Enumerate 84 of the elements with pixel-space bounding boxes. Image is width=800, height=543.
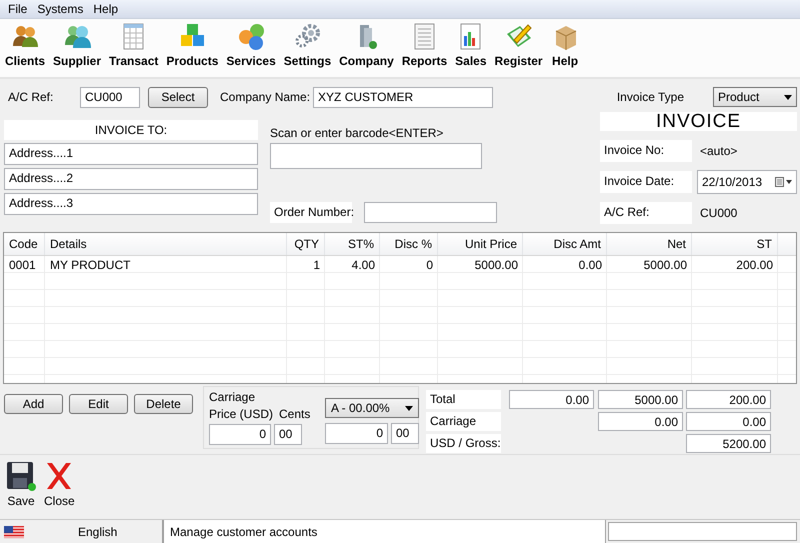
section-title: INVOICE TO: xyxy=(4,120,258,140)
field-label: A/C Ref: xyxy=(7,90,54,104)
column-header[interactable]: QTY xyxy=(287,232,325,255)
circles-icon xyxy=(236,22,266,51)
field-label: Carriage xyxy=(426,412,501,432)
toolbar-button[interactable]: Sales xyxy=(453,22,489,77)
barcode-field[interactable] xyxy=(270,142,482,169)
menu-item[interactable]: Systems xyxy=(32,0,88,18)
field-label: Company Name: xyxy=(220,90,310,104)
invoice-type-dropdown[interactable]: Product xyxy=(713,87,797,108)
toolbar-button[interactable]: Help xyxy=(548,22,582,77)
action-button[interactable]: Edit xyxy=(69,394,128,414)
company-name-field[interactable]: XYZ CUSTOMER xyxy=(313,86,494,108)
toolbar-button[interactable]: Reports xyxy=(400,22,450,77)
column-header[interactable]: Unit Price xyxy=(438,232,523,255)
toolbar-button[interactable]: Services xyxy=(224,22,278,77)
total-field: 0.00 xyxy=(509,390,594,410)
price-field[interactable]: 0 xyxy=(209,424,271,446)
column-header[interactable]: ST% xyxy=(325,232,380,255)
toolbar-button[interactable]: Company xyxy=(337,22,396,77)
toolbar-button[interactable]: Close xyxy=(44,461,75,520)
invoice-title: INVOICE xyxy=(600,112,797,131)
address-field[interactable]: Address....2 xyxy=(4,168,258,190)
field-label: Carriage xyxy=(209,390,256,404)
table-cell-text: MY PRODUCT xyxy=(49,256,132,273)
field-label: Invoice Type xyxy=(616,90,684,104)
date-field[interactable]: 22/10/2013 xyxy=(697,170,797,194)
action-button[interactable]: Delete xyxy=(134,394,193,414)
price-field[interactable]: 0 xyxy=(325,423,388,444)
total-field: 200.00 xyxy=(686,390,771,410)
table-cell-text: 0 xyxy=(425,256,434,273)
field-label: Invoice No: xyxy=(600,140,692,162)
toolbar-button[interactable]: Register xyxy=(492,22,545,77)
table-cell-text: 5000.00 xyxy=(642,256,688,273)
cents-field[interactable]: 00 xyxy=(391,423,419,444)
column-header[interactable]: Disc Amt xyxy=(523,232,607,255)
table-cell-text: 0001 xyxy=(8,256,37,273)
cents-field[interactable]: 00 xyxy=(274,424,302,446)
caret-icon xyxy=(784,94,792,100)
action-button[interactable]: Add xyxy=(4,394,63,414)
total-field: 5200.00 xyxy=(686,434,771,454)
menu-item[interactable]: Help xyxy=(88,0,124,18)
field-label: Scan or enter barcode<ENTER> xyxy=(270,126,444,140)
field-label: Total xyxy=(426,390,501,410)
total-field: 0.00 xyxy=(598,412,683,432)
address-field[interactable]: Address....3 xyxy=(4,192,258,215)
floppy-icon xyxy=(6,461,36,492)
language-label: English xyxy=(78,524,118,539)
toolbar-button[interactable]: Supplier xyxy=(51,22,104,77)
total-field: 5000.00 xyxy=(598,390,683,410)
field-label: Order Number: xyxy=(270,202,352,223)
ac-ref-field[interactable]: CU000 xyxy=(80,86,140,108)
column-header[interactable]: Code xyxy=(4,232,45,255)
field-value: CU000 xyxy=(699,206,738,220)
column-header[interactable]: Disc % xyxy=(380,232,438,255)
column-header[interactable]: ST xyxy=(692,232,778,255)
toolbar-button[interactable]: Products xyxy=(164,22,220,77)
field-label: USD / Gross: xyxy=(426,434,501,454)
table-cell-text: 4.00 xyxy=(350,256,376,273)
total-field: 0.00 xyxy=(686,412,771,432)
toolbar-button[interactable]: Save xyxy=(6,461,36,520)
field-value: <auto> xyxy=(699,144,738,158)
select-button[interactable]: Select xyxy=(148,86,208,108)
tax-rate-dropdown[interactable]: A - 00.00% xyxy=(325,398,419,418)
table-cell-text: 200.00 xyxy=(735,256,774,273)
field-label: Price (USD) xyxy=(209,407,274,422)
column-header[interactable]: Details xyxy=(45,232,287,255)
address-field[interactable]: Address....1 xyxy=(4,142,258,165)
calendar-icon[interactable] xyxy=(775,176,792,187)
toolbar-button[interactable]: Clients xyxy=(3,22,48,77)
caret-icon xyxy=(405,406,413,411)
column-header[interactable]: Net xyxy=(607,232,692,255)
field-label: Cents xyxy=(279,407,310,422)
table-cell-text: 5000.00 xyxy=(474,256,519,273)
menu-item[interactable]: File xyxy=(3,0,32,18)
field-label: Invoice Date: xyxy=(600,170,692,193)
status-message: Manage customer accounts xyxy=(170,524,318,539)
table-cell-text: 0.00 xyxy=(578,256,603,273)
table-cell-text: 1 xyxy=(312,256,321,273)
toolbar-button[interactable]: Transact xyxy=(107,22,160,77)
order-number-field[interactable] xyxy=(364,202,497,223)
toolbar-button[interactable]: Settings xyxy=(282,22,334,77)
flag-icon xyxy=(4,526,24,538)
field-label: A/C Ref: xyxy=(600,202,692,224)
